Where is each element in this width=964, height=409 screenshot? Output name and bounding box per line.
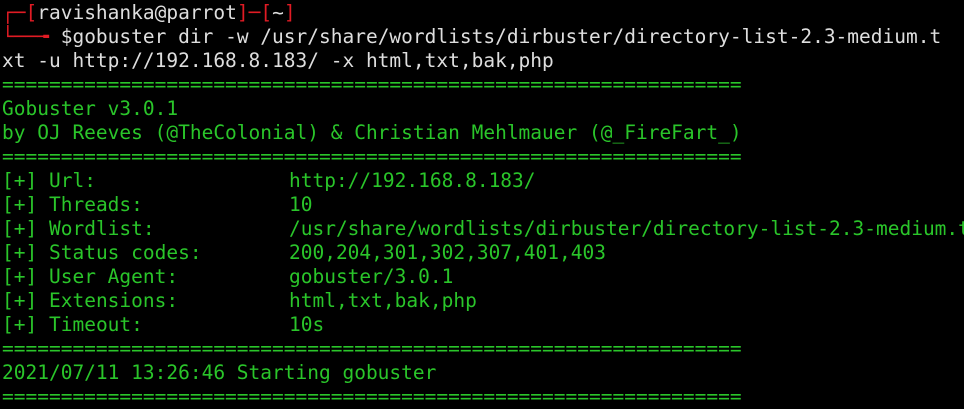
config-label: Extensions: (48, 289, 179, 312)
prompt-corner-top: ┌─ (2, 1, 26, 24)
config-label: User Agent: (48, 265, 179, 288)
prompt-dash: ─ (248, 1, 261, 24)
separator-rule-1: ========================================… (2, 73, 742, 96)
prompt-corner-bottom: └──╼ (2, 25, 61, 48)
config-value: http://192.168.8.183/ (288, 169, 536, 192)
config-label: Status codes: (48, 241, 202, 264)
command-continuation-line: xt -u http://192.168.8.183/ -x html,txt,… (2, 49, 964, 73)
prompt-user-host: ravishanka@parrot (37, 1, 237, 24)
config-row-extensions: [+] Extensions: html,txt,bak,php (2, 289, 964, 313)
config-tag: [+] (2, 313, 38, 336)
config-value: /usr/share/wordlists/dirbuster/directory… (288, 217, 964, 240)
config-label: Url: (48, 169, 96, 192)
config-tag: [+] (2, 169, 38, 192)
config-row-threads: [+] Threads: 10 (2, 193, 964, 217)
config-tag: [+] (2, 193, 38, 216)
prompt-cwd: ~ (272, 1, 284, 24)
config-label: Wordlist: (48, 217, 155, 240)
config-tag: [+] (2, 265, 38, 288)
prompt-dollar: $ (60, 25, 73, 48)
separator-rule-2: ========================================… (2, 145, 742, 168)
config-value: html,txt,bak,php (288, 289, 477, 312)
prompt-line-1: ┌─[ravishanka@parrot]─[~] (2, 1, 964, 25)
config-label: Threads: (48, 193, 143, 216)
command-text-line-2[interactable]: xt -u http://192.168.8.183/ -x html,txt,… (2, 49, 554, 72)
config-row-user-agent: [+] User Agent: gobuster/3.0.1 (2, 265, 964, 289)
config-row-timeout: [+] Timeout: 10s (2, 313, 964, 337)
separator-rule-3: ========================================… (2, 337, 742, 360)
config-row-status-codes: [+] Status codes: 200,204,301,302,307,401… (2, 241, 964, 265)
config-row-wordlist: [+] Wordlist: /usr/share/wordlists/dirbus… (2, 217, 964, 241)
config-label: Timeout: (48, 313, 143, 336)
prompt-cwd-close: ] (283, 1, 296, 24)
command-text-line-1[interactable]: gobuster dir -w /usr/share/wordlists/dir… (72, 25, 941, 48)
banner-authors: by OJ Reeves (@TheColonial) & Christian … (2, 121, 742, 144)
separator-rule-4: ========================================… (2, 385, 742, 408)
prompt-bracket-close: ] (236, 1, 249, 24)
config-value: 10 (288, 193, 313, 216)
prompt-bracket-open: [ (25, 1, 38, 24)
config-tag: [+] (2, 217, 38, 240)
config-tag: [+] (2, 289, 38, 312)
terminal-window[interactable]: ┌─[ravishanka@parrot]─[~] └──╼ $gobuster… (2, 1, 964, 409)
prompt-cwd-open: [ (260, 1, 273, 24)
config-value: 200,204,301,302,307,401,403 (288, 241, 606, 264)
start-message: 2021/07/11 13:26:46 Starting gobuster (2, 361, 437, 384)
config-row-url: [+] Url: http://192.168.8.183/ (2, 169, 964, 193)
banner-version: Gobuster v3.0.1 (2, 97, 179, 120)
config-tag: [+] (2, 241, 38, 264)
prompt-line-2: └──╼ $gobuster dir -w /usr/share/wordlis… (2, 25, 964, 49)
config-value: 10s (288, 313, 325, 336)
config-value: gobuster/3.0.1 (288, 265, 454, 288)
